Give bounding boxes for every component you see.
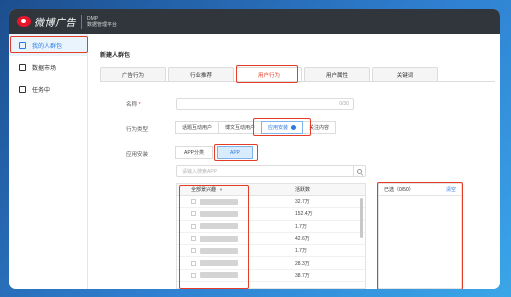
- sidebar-item-my-audiences[interactable]: 我的人群包: [9, 34, 87, 56]
- blurred-app-name: [200, 210, 238, 217]
- brand-name: 微博广告: [34, 18, 76, 29]
- clear-selection-link[interactable]: 清空: [446, 186, 456, 193]
- platform-label: 数据管理平台: [87, 21, 118, 28]
- blurred-app-name: [200, 260, 238, 267]
- tab-keywords[interactable]: 关键词: [372, 67, 438, 81]
- behavior-type-label: 行为类型: [126, 127, 149, 133]
- option-app-install-label: 应用安装: [268, 125, 289, 131]
- tab-user-behavior[interactable]: 用户行为: [236, 67, 302, 81]
- search-placeholder: 请输入搜索APP: [182, 169, 218, 175]
- sidebar-item-label: 我的人群包: [32, 43, 63, 50]
- tab-ad-behavior[interactable]: 广告行为: [100, 67, 166, 81]
- selected-panel: 已选（0/50） 清空: [378, 183, 462, 289]
- interest-column-header[interactable]: 全部景兴趣 ▼: [177, 186, 295, 193]
- row-checkbox[interactable]: [191, 272, 196, 278]
- table-row[interactable]: 1.7万: [177, 245, 365, 258]
- sidebar: 我的人群包 数据市场 任务中: [9, 34, 88, 289]
- active-count-cell: 42.6万: [295, 236, 310, 243]
- platform-name: DMP 数据管理平台: [87, 16, 117, 28]
- name-label-text: 名称: [126, 102, 138, 108]
- page-title: 新建人群包: [100, 53, 131, 59]
- blurred-app-name: [200, 272, 238, 279]
- column-header-label: 全部景兴趣: [191, 187, 217, 193]
- row-checkbox[interactable]: [191, 211, 196, 217]
- app-search-input[interactable]: 请输入搜索APP: [176, 165, 366, 177]
- logo-divider: [81, 14, 82, 29]
- selected-count: 已选（0/50）: [384, 187, 414, 193]
- search-icon: [357, 168, 362, 174]
- app-install-label: 应用安装: [126, 152, 149, 158]
- name-input[interactable]: 0/30: [176, 98, 354, 110]
- sidebar-item-label: 数据市场: [32, 65, 57, 72]
- name-char-count: 0/30: [339, 101, 349, 107]
- tab-user-attributes[interactable]: 用户属性: [304, 67, 370, 81]
- blurred-app-name: [200, 223, 238, 230]
- active-count-cell: 152.4万: [295, 211, 313, 218]
- name-label: 名称 *: [126, 100, 141, 108]
- weibo-logo-icon: [17, 16, 31, 27]
- app-table: 全部景兴趣 ▼ 活跃数 32.7万 152.4万 1.7万 42.6万 1.7万…: [176, 183, 366, 289]
- row-checkbox[interactable]: [191, 248, 196, 254]
- tab-industry-recommend[interactable]: 行业推荐: [168, 67, 234, 81]
- app-filter-options: APP分类 APP: [175, 146, 254, 159]
- row-checkbox[interactable]: [191, 199, 196, 205]
- option-app[interactable]: APP: [217, 146, 254, 159]
- table-row[interactable]: 32.7万: [177, 196, 365, 209]
- option-follow-content[interactable]: 关注内容: [302, 121, 337, 134]
- blurred-app-name: [200, 198, 238, 205]
- row-checkbox[interactable]: [191, 223, 196, 229]
- tab-bar: 广告行为 行业推荐 用户行为 用户属性 关键词: [100, 67, 440, 81]
- top-bar: 微博广告 DMP 数据管理平台: [9, 9, 500, 34]
- blurred-app-name: [200, 235, 238, 242]
- option-app-category[interactable]: APP分类: [175, 146, 214, 159]
- user-group-icon: [19, 41, 26, 49]
- row-checkbox[interactable]: [191, 260, 196, 266]
- blurred-app-name: [200, 247, 238, 254]
- option-post-interaction[interactable]: 博文互动用户: [218, 121, 263, 134]
- tab-divider: [100, 81, 495, 82]
- behavior-type-options: 话题互动用户 博文互动用户 应用安装 关注内容: [175, 121, 337, 134]
- active-count-cell: 32.7万: [295, 199, 310, 206]
- sidebar-item-data-market[interactable]: 数据市场: [9, 56, 87, 78]
- info-icon: [291, 125, 297, 130]
- main-content: 新建人群包 广告行为 行业推荐 用户行为 用户属性 关键词 名称 * 0/30 …: [88, 34, 500, 289]
- active-count-column-header: 活跃数: [295, 187, 311, 193]
- search-button[interactable]: [353, 166, 365, 176]
- row-checkbox[interactable]: [191, 236, 196, 242]
- table-header: 全部景兴趣 ▼ 活跃数: [177, 184, 365, 196]
- chevron-down-icon: ▼: [219, 187, 223, 192]
- weibo-ads-logo[interactable]: 微博广告 DMP 数据管理平台: [17, 14, 117, 29]
- table-row[interactable]: 42.6万: [177, 233, 365, 246]
- required-mark: *: [138, 102, 141, 108]
- active-count-cell: 38.7万: [295, 272, 310, 279]
- table-row[interactable]: 28.3万: [177, 257, 365, 270]
- sidebar-item-tasks[interactable]: 任务中: [9, 78, 87, 100]
- active-count-cell: 1.7万: [295, 223, 307, 230]
- table-row[interactable]: 152.4万: [177, 208, 365, 221]
- task-list-icon: [19, 85, 26, 93]
- option-app-install[interactable]: 应用安装: [261, 121, 304, 134]
- active-count-cell: 28.3万: [295, 260, 310, 267]
- database-icon: [19, 63, 26, 71]
- option-topic-interaction[interactable]: 话题互动用户: [175, 121, 220, 134]
- table-row[interactable]: 1.7万: [177, 221, 365, 233]
- table-row[interactable]: 38.7万: [177, 270, 365, 283]
- table-scrollbar[interactable]: [360, 198, 363, 238]
- app-window: 微博广告 DMP 数据管理平台 我的人群包 数据市场 任务中 新建人群包 广告行…: [9, 9, 500, 289]
- selected-panel-header: 已选（0/50） 清空: [379, 184, 461, 196]
- sidebar-item-label: 任务中: [32, 87, 51, 94]
- active-count-cell: 1.7万: [295, 248, 307, 255]
